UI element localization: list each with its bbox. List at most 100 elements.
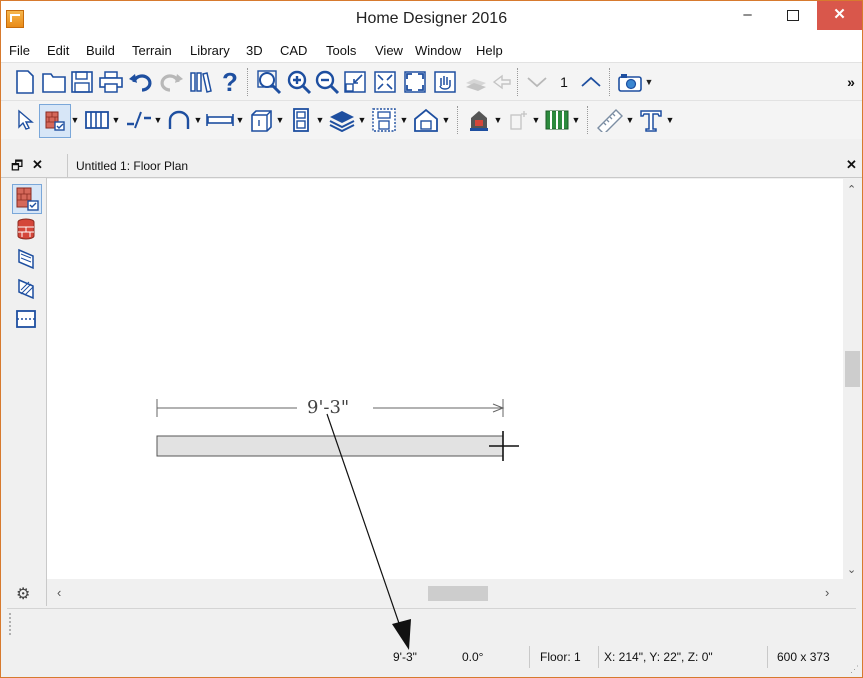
measure-tape-icon[interactable]: [595, 107, 625, 133]
scroll-right-arrow-icon[interactable]: ›: [825, 585, 829, 600]
menu-library[interactable]: Library: [190, 43, 230, 58]
vertical-scroll-thumb[interactable]: [845, 351, 860, 387]
menu-build[interactable]: Build: [86, 43, 115, 58]
camera-icon[interactable]: [615, 69, 645, 95]
select-objects-icon[interactable]: [13, 107, 37, 133]
open-folder-icon[interactable]: [41, 69, 67, 95]
dropdown-arrow-icon[interactable]: ▼: [441, 107, 451, 133]
tab-floor-plan[interactable]: Untitled 1: Floor Plan: [76, 159, 188, 173]
cabinet-icon[interactable]: [247, 107, 275, 133]
text-box-icon[interactable]: [507, 107, 531, 133]
dropdown-arrow-icon[interactable]: ▼: [235, 107, 245, 133]
house-icon[interactable]: [411, 107, 441, 133]
menu-window[interactable]: Window: [415, 43, 461, 58]
toolbar-overflow-icon[interactable]: »: [843, 69, 859, 95]
menu-3d[interactable]: 3D: [246, 43, 263, 58]
door-icon[interactable]: [289, 107, 313, 133]
wall-segment[interactable]: [156, 435, 504, 457]
vertical-scrollbar[interactable]: ⌃ ⌄: [843, 179, 862, 579]
menu-tools[interactable]: Tools: [326, 43, 356, 58]
wall-break-icon[interactable]: [15, 308, 37, 330]
print-icon[interactable]: [97, 69, 125, 95]
fixture-icon[interactable]: [465, 107, 493, 133]
camera-dropdown-icon[interactable]: ▼: [643, 69, 655, 95]
dropdown-arrow-icon[interactable]: ▼: [625, 107, 635, 133]
toolbar-separator: [457, 106, 459, 134]
swap-floors-icon[interactable]: [491, 69, 513, 95]
window-tool-icon[interactable]: [369, 107, 399, 133]
select-walls-mode-icon[interactable]: [12, 184, 42, 214]
text-tool-icon[interactable]: [637, 107, 665, 133]
fence-icon[interactable]: [543, 107, 571, 133]
menu-file[interactable]: File: [9, 43, 30, 58]
maximize-button[interactable]: [770, 1, 815, 30]
close-button[interactable]: ✕: [817, 1, 862, 30]
menu-bar: File Edit Build Terrain Library 3D CAD T…: [1, 38, 862, 62]
roof-layers-icon[interactable]: [327, 107, 357, 133]
redo-icon[interactable]: [157, 69, 185, 95]
scroll-down-arrow-icon[interactable]: ⌄: [847, 563, 856, 576]
floor-number: 1: [560, 74, 568, 90]
wall-profile-icon[interactable]: [15, 248, 37, 270]
dropdown-arrow-icon[interactable]: ▼: [571, 107, 581, 133]
menu-help[interactable]: Help: [476, 43, 503, 58]
menu-edit[interactable]: Edit: [47, 43, 69, 58]
wall-hatch-icon[interactable]: [15, 278, 37, 300]
floor-plan-canvas[interactable]: 9'-3" ⌃: [47, 179, 858, 579]
dropdown-arrow-icon[interactable]: ▼: [531, 107, 541, 133]
menu-cad[interactable]: CAD: [280, 43, 307, 58]
menu-terrain[interactable]: Terrain: [132, 43, 172, 58]
dropdown-arrow-icon[interactable]: ▼: [111, 107, 121, 133]
toolbar-separator: [587, 106, 589, 134]
float-pane-icon[interactable]: 🗗: [11, 157, 23, 179]
pan-hand-icon[interactable]: [431, 69, 459, 95]
resize-grip-icon[interactable]: ⋰: [850, 664, 859, 675]
fill-all-icon[interactable]: [401, 69, 429, 95]
toolbar-separator: [247, 68, 249, 96]
dropdown-arrow-icon[interactable]: ▼: [70, 107, 80, 133]
status-divider: [598, 646, 599, 668]
close-tab-icon[interactable]: ✕: [846, 157, 857, 173]
undo-zoom-icon[interactable]: [341, 69, 369, 95]
dropdown-arrow-icon[interactable]: ▼: [399, 107, 409, 133]
break-line-icon[interactable]: [125, 107, 153, 133]
document-tab-bar: 🗗 ✕ Untitled 1: Floor Plan ✕: [1, 154, 862, 178]
dropdown-arrow-icon[interactable]: ▼: [665, 107, 675, 133]
scroll-left-arrow-icon[interactable]: ‹: [57, 585, 61, 600]
save-icon[interactable]: [69, 69, 95, 95]
dropdown-arrow-icon[interactable]: ▼: [357, 107, 367, 133]
zoom-window-icon[interactable]: [255, 69, 283, 95]
horizontal-scroll-thumb[interactable]: [428, 586, 488, 601]
settings-gear-icon[interactable]: ⚙: [16, 584, 30, 604]
zoom-out-icon[interactable]: [313, 69, 341, 95]
minimize-button[interactable]: –: [725, 1, 770, 30]
scroll-up-arrow-icon[interactable]: ⌃: [847, 183, 856, 196]
dropdown-arrow-icon[interactable]: ▼: [493, 107, 503, 133]
help-icon[interactable]: ?: [217, 67, 243, 97]
reference-display-icon[interactable]: [461, 69, 491, 95]
undo-icon[interactable]: [127, 69, 155, 95]
select-walls-icon[interactable]: [39, 104, 71, 138]
dimension-icon[interactable]: [205, 107, 235, 133]
zoom-in-icon[interactable]: [285, 69, 313, 95]
brick-wall-icon[interactable]: [15, 218, 37, 240]
library-icon[interactable]: [187, 69, 215, 95]
horizontal-scrollbar[interactable]: ‹ ›: [47, 579, 843, 606]
railing-icon[interactable]: [83, 107, 111, 133]
new-file-icon[interactable]: [13, 69, 37, 95]
close-pane-icon[interactable]: ✕: [32, 157, 43, 173]
arc-icon[interactable]: [165, 107, 193, 133]
dropdown-arrow-icon[interactable]: ▼: [153, 107, 163, 133]
left-toolbar: ⚙: [7, 178, 47, 606]
dropdown-arrow-icon[interactable]: ▼: [315, 107, 325, 133]
toolbar-separator: [609, 68, 611, 96]
status-angle: 0.0°: [462, 650, 484, 664]
title-bar[interactable]: Home Designer 2016 – ✕: [1, 1, 862, 38]
dropdown-arrow-icon[interactable]: ▼: [275, 107, 285, 133]
dropdown-arrow-icon[interactable]: ▼: [193, 107, 203, 133]
fill-window-icon[interactable]: [371, 69, 399, 95]
menu-view[interactable]: View: [375, 43, 403, 58]
status-size: 600 x 373: [777, 650, 830, 664]
up-floor-icon[interactable]: [577, 69, 605, 95]
down-floor-icon[interactable]: [523, 69, 551, 95]
